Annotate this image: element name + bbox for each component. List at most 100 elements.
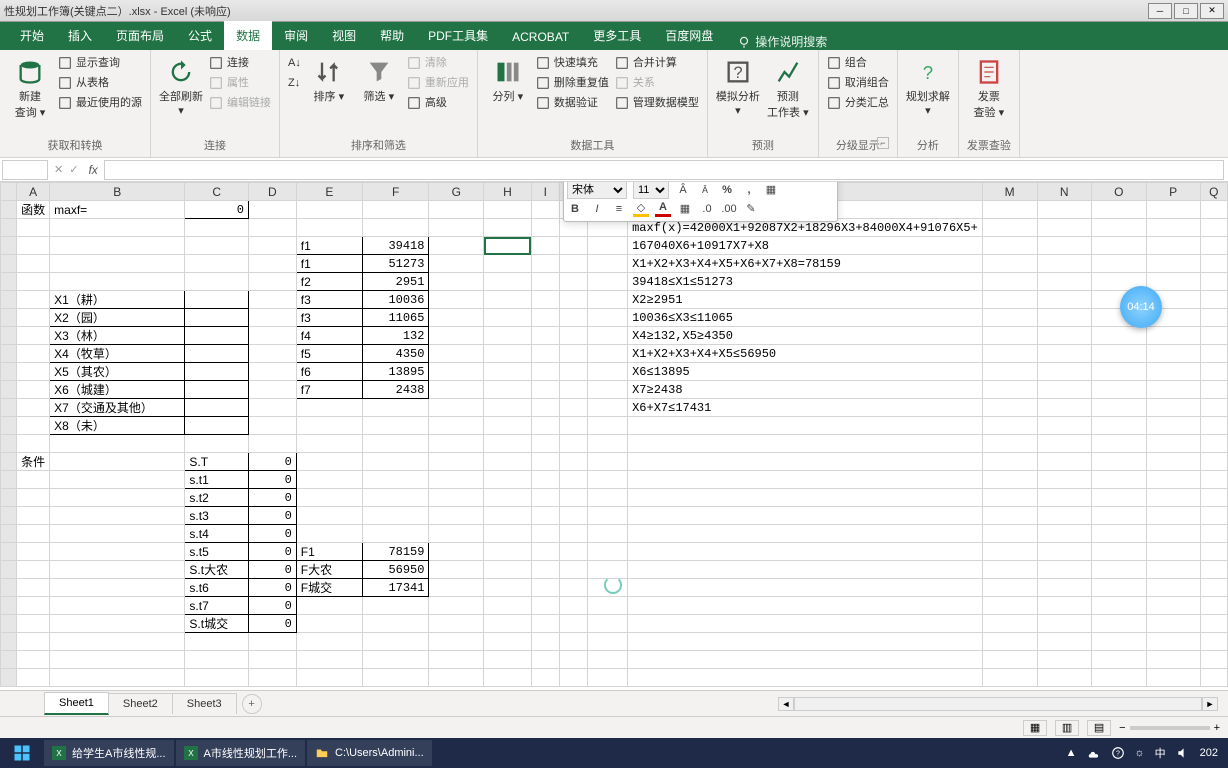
- cell-D1[interactable]: [248, 201, 296, 219]
- col-header-H[interactable]: H: [484, 183, 532, 201]
- cell-B3[interactable]: [50, 237, 185, 255]
- cell-B2[interactable]: [50, 219, 185, 237]
- cell-A13[interactable]: [17, 417, 50, 435]
- cell-J8[interactable]: [559, 327, 588, 345]
- cell-L13[interactable]: [628, 417, 983, 435]
- cell-B20[interactable]: [50, 543, 185, 561]
- cell-G17[interactable]: [429, 489, 484, 507]
- cell-A15[interactable]: 条件: [17, 453, 50, 471]
- cell-P11[interactable]: [1146, 381, 1200, 399]
- cell-L9[interactable]: X1+X2+X3+X4+X5≤56950: [628, 345, 983, 363]
- cell-C23[interactable]: s.t7: [185, 597, 249, 615]
- cell-A14[interactable]: [17, 435, 50, 453]
- font-select[interactable]: 宋体: [567, 182, 627, 199]
- cell-B21[interactable]: [50, 561, 185, 579]
- cell-O12[interactable]: [1091, 399, 1146, 417]
- cell-L16[interactable]: [628, 471, 983, 489]
- cell-B22[interactable]: [50, 579, 185, 597]
- cell-O14[interactable]: [1091, 435, 1146, 453]
- row-header[interactable]: [1, 579, 17, 597]
- cell-Q5[interactable]: [1200, 273, 1227, 291]
- cell-G6[interactable]: [429, 291, 484, 309]
- cell-A26[interactable]: [17, 651, 50, 669]
- cell-O23[interactable]: [1091, 597, 1146, 615]
- row-header[interactable]: [1, 597, 17, 615]
- cell-C20[interactable]: s.t5: [185, 543, 249, 561]
- cell-B4[interactable]: [50, 255, 185, 273]
- cell-C17[interactable]: s.t2: [185, 489, 249, 507]
- cell-J18[interactable]: [559, 507, 588, 525]
- cell-N5[interactable]: [1037, 273, 1091, 291]
- col-header-E[interactable]: E: [296, 183, 362, 201]
- cell-D3[interactable]: [248, 237, 296, 255]
- cell-A25[interactable]: [17, 633, 50, 651]
- cell-E21[interactable]: F大农: [296, 561, 362, 579]
- cell-F18[interactable]: [362, 507, 429, 525]
- cell-L12[interactable]: X6+X7≤17431: [628, 399, 983, 417]
- cell-K11[interactable]: [588, 381, 628, 399]
- cell-I21[interactable]: [531, 561, 559, 579]
- cell-N18[interactable]: [1037, 507, 1091, 525]
- cell-K25[interactable]: [588, 633, 628, 651]
- row-header[interactable]: [1, 453, 17, 471]
- cell-L26[interactable]: [628, 651, 983, 669]
- row-header[interactable]: [1, 345, 17, 363]
- cell-B11[interactable]: X6（城建）: [50, 381, 185, 399]
- cell-G27[interactable]: [429, 669, 484, 687]
- cell-A9[interactable]: [17, 345, 50, 363]
- cell-K9[interactable]: [588, 345, 628, 363]
- cell-F26[interactable]: [362, 651, 429, 669]
- cell-I3[interactable]: [531, 237, 559, 255]
- cell-I11[interactable]: [531, 381, 559, 399]
- zoom-slider[interactable]: − +: [1119, 722, 1220, 734]
- cell-P4[interactable]: [1146, 255, 1200, 273]
- ribbon-button-取消组合[interactable]: 取消组合: [827, 74, 889, 92]
- cell-H14[interactable]: [484, 435, 532, 453]
- cell-I12[interactable]: [531, 399, 559, 417]
- cell-D27[interactable]: [248, 669, 296, 687]
- worksheet-area[interactable]: 宋体 11 Â Ǎ % , ▦ B I ≡ ◇ A ▦ .0 .00 ✎ A…: [0, 182, 1228, 690]
- ribbon-button-合并计算[interactable]: 合并计算: [615, 54, 699, 72]
- cell-F6[interactable]: 10036: [362, 291, 429, 309]
- cell-E11[interactable]: f7: [296, 381, 362, 399]
- italic-icon[interactable]: I: [589, 201, 605, 217]
- cell-N17[interactable]: [1037, 489, 1091, 507]
- formula-input[interactable]: [104, 160, 1224, 180]
- cell-Q24[interactable]: [1200, 615, 1227, 633]
- cell-P9[interactable]: [1146, 345, 1200, 363]
- cell-J9[interactable]: [559, 345, 588, 363]
- col-header-F[interactable]: F: [362, 183, 429, 201]
- cell-P14[interactable]: [1146, 435, 1200, 453]
- cell-A3[interactable]: [17, 237, 50, 255]
- cell-D8[interactable]: [248, 327, 296, 345]
- cell-M1[interactable]: [982, 201, 1037, 219]
- cell-C27[interactable]: [185, 669, 249, 687]
- cell-Q23[interactable]: [1200, 597, 1227, 615]
- cell-N8[interactable]: [1037, 327, 1091, 345]
- cell-H10[interactable]: [484, 363, 532, 381]
- sheet-tab-Sheet2[interactable]: Sheet2: [108, 693, 173, 714]
- cell-H26[interactable]: [484, 651, 532, 669]
- cell-P22[interactable]: [1146, 579, 1200, 597]
- cell-I16[interactable]: [531, 471, 559, 489]
- cell-A11[interactable]: [17, 381, 50, 399]
- cell-C18[interactable]: s.t3: [185, 507, 249, 525]
- cell-J12[interactable]: [559, 399, 588, 417]
- cell-M27[interactable]: [982, 669, 1037, 687]
- cell-G1[interactable]: [429, 201, 484, 219]
- cell-B14[interactable]: [50, 435, 185, 453]
- cell-C13[interactable]: [185, 417, 249, 435]
- tray-up-icon[interactable]: ▲: [1066, 747, 1077, 759]
- cell-H1[interactable]: [484, 201, 532, 219]
- cell-N9[interactable]: [1037, 345, 1091, 363]
- cell-Q7[interactable]: [1200, 309, 1227, 327]
- cell-N4[interactable]: [1037, 255, 1091, 273]
- cell-M25[interactable]: [982, 633, 1037, 651]
- cell-E2[interactable]: [296, 219, 362, 237]
- cell-M14[interactable]: [982, 435, 1037, 453]
- cell-F3[interactable]: 39418: [362, 237, 429, 255]
- cell-D21[interactable]: 0: [248, 561, 296, 579]
- cell-B16[interactable]: [50, 471, 185, 489]
- cell-L11[interactable]: X7≥2438: [628, 381, 983, 399]
- page-layout-view-button[interactable]: ▥: [1055, 720, 1079, 736]
